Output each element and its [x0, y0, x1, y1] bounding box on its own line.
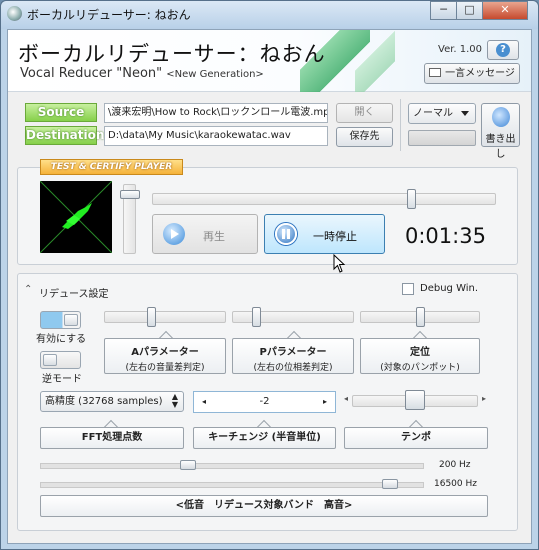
key-change-label-button[interactable]: キーチェンジ (半音単位) — [193, 427, 336, 449]
mode-select[interactable]: ノーマル — [408, 103, 476, 124]
tempo-label-button[interactable]: テンポ — [344, 427, 488, 449]
source-path-field[interactable]: \渡来宏明\How to Rock\ロックンロール電波.mp3 — [104, 103, 328, 123]
enable-toggle[interactable] — [40, 311, 81, 329]
export-button[interactable]: 書き出し — [481, 103, 520, 160]
position-slider-thumb[interactable] — [415, 307, 425, 327]
volume-slider-thumb[interactable] — [120, 190, 140, 200]
app-subtitle: Vocal Reducer "Neon" <New Generation> — [20, 66, 264, 81]
low-freq-label: 200 Hz — [439, 460, 471, 470]
save-to-button[interactable]: 保存先 — [336, 127, 393, 147]
key-change-value: -2 — [259, 396, 270, 407]
fft-size-select[interactable]: 高精度 (32768 samples) ▲ ▼ — [40, 391, 184, 412]
play-button[interactable]: 再生 — [152, 214, 258, 254]
destination-label: Destination — [25, 126, 104, 145]
pause-button-label: 一時停止 — [313, 230, 357, 243]
playback-time: 0:01:35 — [405, 224, 486, 248]
seek-slider-track[interactable] — [152, 193, 496, 205]
a-param-subtitle: (左右の音量差判定) — [125, 363, 205, 373]
app-title: ボーカルリデューサー：ねおん — [18, 42, 326, 66]
maximize-button[interactable]: □ — [456, 1, 483, 20]
a-param-button[interactable]: Aパラメーター (左右の音量差判定) — [104, 338, 226, 374]
collapse-chevron-icon[interactable]: ⌃ — [24, 284, 32, 295]
progress-bar — [408, 130, 476, 146]
vectorscope-svg — [40, 181, 112, 253]
reverse-mode-toggle[interactable] — [40, 351, 81, 369]
export-button-label: 書き出し — [485, 134, 516, 160]
tempo-left-arrow-icon[interactable]: ◂ — [344, 394, 348, 403]
reverse-mode-label: 逆モード — [42, 374, 82, 385]
close-button[interactable]: ✕ — [482, 1, 528, 20]
high-freq-slider-track[interactable] — [40, 482, 424, 488]
up-down-arrow-icon: ▲ ▼ — [171, 392, 178, 409]
a-param-slider-thumb[interactable] — [146, 307, 156, 327]
play-button-label: 再生 — [203, 230, 225, 243]
message-button[interactable]: 一言メッセージ — [424, 63, 520, 84]
debug-checkbox[interactable] — [402, 283, 414, 295]
open-button[interactable]: 開く — [336, 103, 393, 123]
p-param-slider-thumb[interactable] — [252, 307, 262, 327]
message-icon — [429, 68, 442, 77]
source-label: Source — [25, 103, 97, 122]
a-param-slider-track[interactable] — [104, 311, 226, 323]
tempo-right-arrow-icon[interactable]: ▸ — [482, 394, 486, 403]
pause-button[interactable]: 一時停止 — [264, 214, 385, 254]
p-param-subtitle: (左右の位相差判定) — [253, 363, 333, 373]
window-title: ボーカルリデューサー: ねおん — [27, 8, 191, 22]
divider — [400, 99, 401, 151]
seek-slider-thumb[interactable] — [406, 189, 416, 209]
subtitle-tag: <New Generation> — [166, 69, 264, 80]
high-freq-slider-thumb[interactable] — [382, 479, 399, 489]
low-freq-slider-thumb[interactable] — [179, 460, 196, 470]
key-change-stepper[interactable]: ◂ -2 ▸ — [193, 391, 336, 413]
leaf-decoration-light — [355, 30, 395, 92]
version-label: Ver. 1.00 — [438, 44, 483, 55]
app-icon — [7, 6, 22, 21]
question-icon: ? — [496, 43, 510, 57]
minimize-button[interactable]: ─ — [430, 1, 457, 20]
message-button-label: 一言メッセージ — [445, 68, 515, 79]
dropdown-arrow-icon — [461, 111, 469, 116]
play-icon — [163, 223, 185, 245]
destination-path-field[interactable]: D:\data\My Music\karaokewatac.wav — [104, 126, 328, 146]
debug-label: Debug Win. — [420, 283, 479, 294]
reduce-band-button[interactable]: <低音 リデュース対象バンド 高音> — [40, 495, 488, 517]
player-tag: TEST & CERTIFY PLAYER — [40, 159, 183, 175]
reduce-section-title: リデュース設定 — [39, 289, 109, 300]
vectorscope-display — [40, 181, 112, 253]
position-button[interactable]: 定位 (対象のパンポット) — [360, 338, 480, 374]
fft-label-button[interactable]: FFT処理点数 — [40, 427, 184, 449]
pause-icon — [275, 223, 297, 245]
low-freq-slider-track[interactable] — [40, 463, 424, 469]
tempo-slider-thumb[interactable] — [405, 390, 425, 410]
p-param-title: Pパラメーター — [259, 347, 327, 358]
a-param-title: Aパラメーター — [131, 347, 199, 358]
subtitle-text: Vocal Reducer "Neon" — [20, 66, 163, 81]
mode-select-value: ノーマル — [413, 108, 453, 119]
help-button[interactable]: ? — [487, 40, 519, 60]
enable-label: 有効にする — [36, 334, 87, 345]
position-subtitle: (対象のパンポット) — [380, 363, 460, 373]
audio-file-icon — [491, 107, 510, 127]
p-param-slider-track[interactable] — [232, 311, 354, 323]
position-title: 定位 — [410, 347, 430, 358]
fft-size-value: 高精度 (32768 samples) — [45, 396, 163, 407]
increment-arrow-icon[interactable]: ▸ — [323, 392, 327, 412]
high-freq-label: 16500 Hz — [434, 479, 477, 489]
p-param-button[interactable]: Pパラメーター (左右の位相差判定) — [232, 338, 354, 374]
